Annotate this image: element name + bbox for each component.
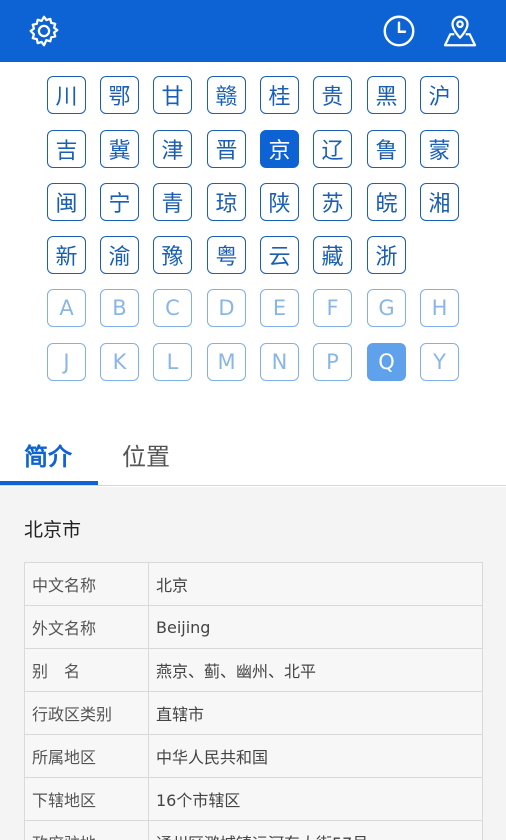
- row-value: 中华人民共和国: [148, 734, 483, 778]
- letter-key[interactable]: L: [153, 343, 192, 381]
- province-key[interactable]: 鲁: [367, 130, 406, 168]
- province-key[interactable]: 湘: [420, 183, 459, 221]
- province-key[interactable]: 鄂: [100, 76, 139, 114]
- letter-key[interactable]: M: [207, 343, 246, 381]
- province-key[interactable]: 冀: [100, 130, 139, 168]
- letter-key[interactable]: D: [207, 289, 246, 327]
- province-key[interactable]: 粤: [207, 236, 246, 274]
- letter-key[interactable]: Q: [367, 343, 406, 381]
- province-key[interactable]: 新: [47, 236, 86, 274]
- province-key[interactable]: 云: [260, 236, 299, 274]
- province-key[interactable]: 辽: [313, 130, 352, 168]
- province-key[interactable]: 宁: [100, 183, 139, 221]
- row-value: 16个市辖区: [148, 777, 483, 821]
- letter-key[interactable]: P: [313, 343, 352, 381]
- province-key[interactable]: 赣: [207, 76, 246, 114]
- gear-icon[interactable]: [25, 12, 63, 50]
- letter-key[interactable]: E: [260, 289, 299, 327]
- row-value: 燕京、蓟、幽州、北平: [148, 648, 483, 692]
- tab-bar: 简介 位置: [0, 422, 506, 486]
- tab-intro[interactable]: 简介: [24, 422, 72, 486]
- row-value: 北京: [148, 562, 483, 606]
- letter-key[interactable]: A: [47, 289, 86, 327]
- province-key[interactable]: 桂: [260, 76, 299, 114]
- plate-keyboard: 川鄂甘赣桂贵黑沪吉冀津晋京辽鲁蒙闽宁青琼陕苏皖湘新渝豫粤云藏浙 ABCDEFGH J…: [0, 62, 506, 422]
- province-key[interactable]: 黑: [367, 76, 406, 114]
- table-row: 所属地区 中华人民共和国: [24, 734, 483, 778]
- province-key[interactable]: 晋: [207, 130, 246, 168]
- letter-key[interactable]: N: [260, 343, 299, 381]
- table-row: 别 名燕京、蓟、幽州、北平: [24, 648, 483, 692]
- province-key[interactable]: 藏: [313, 236, 352, 274]
- province-key[interactable]: 皖: [367, 183, 406, 221]
- province-key[interactable]: 琼: [207, 183, 246, 221]
- intro-panel: 北京市 中文名称 北京 外文名称 Beijing 别 名燕京、蓟、幽州、北平 行政区类别直…: [0, 487, 506, 840]
- province-key[interactable]: 陕: [260, 183, 299, 221]
- row-key: 政府驻地: [24, 820, 149, 840]
- province-key[interactable]: 豫: [153, 236, 192, 274]
- province-key[interactable]: 川: [47, 76, 86, 114]
- letter-key[interactable]: K: [100, 343, 139, 381]
- location-pin-icon[interactable]: [441, 12, 479, 50]
- province-key[interactable]: 甘: [153, 76, 192, 114]
- table-row: 中文名称 北京: [24, 562, 483, 606]
- row-value: 通州区潞城镇运河东大街57号: [148, 820, 483, 840]
- province-key[interactable]: 渝: [100, 236, 139, 274]
- tab-active-indicator: [0, 481, 98, 485]
- info-table: 中文名称 北京 外文名称 Beijing 别 名燕京、蓟、幽州、北平 行政区类别 直辖市 所属…: [24, 562, 483, 840]
- row-key: 下辖地区: [24, 777, 149, 821]
- row-key: 外文名称: [24, 605, 149, 649]
- province-key[interactable]: 蒙: [420, 130, 459, 168]
- table-row: 下辖地区 16个市辖区: [24, 777, 483, 821]
- tab-location[interactable]: 位置: [122, 422, 170, 486]
- province-key[interactable]: 贵: [313, 76, 352, 114]
- province-key[interactable]: 浙: [367, 236, 406, 274]
- table-row: 外文名称 Beijing: [24, 605, 483, 649]
- letter-key[interactable]: B: [100, 289, 139, 327]
- row-key: 行政区类别: [24, 691, 149, 735]
- province-key[interactable]: 吉: [47, 130, 86, 168]
- top-app-bar: [0, 0, 506, 62]
- letter-key[interactable]: Y: [420, 343, 459, 381]
- city-title: 北京市: [24, 519, 82, 541]
- letter-key[interactable]: J: [47, 343, 86, 381]
- province-key[interactable]: 青: [153, 183, 192, 221]
- province-key[interactable]: 沪: [420, 76, 459, 114]
- table-row: 政府驻地通州区潞城镇运河东大街57号: [24, 820, 483, 840]
- letter-key[interactable]: F: [313, 289, 352, 327]
- province-key[interactable]: 苏: [313, 183, 352, 221]
- letter-key[interactable]: G: [367, 289, 406, 327]
- province-key[interactable]: 京: [260, 130, 299, 168]
- clock-icon[interactable]: [380, 12, 418, 50]
- row-value: Beijing: [148, 605, 483, 649]
- row-value: 直辖市: [148, 691, 483, 735]
- table-row: 行政区类别 直辖市: [24, 691, 483, 735]
- province-key[interactable]: 津: [153, 130, 192, 168]
- row-key: 别 名: [24, 648, 149, 692]
- row-key: 中文名称: [24, 562, 149, 606]
- letter-key[interactable]: H: [420, 289, 459, 327]
- row-key: 所属地区: [24, 734, 149, 778]
- letter-key[interactable]: C: [153, 289, 192, 327]
- province-key[interactable]: 闽: [47, 183, 86, 221]
